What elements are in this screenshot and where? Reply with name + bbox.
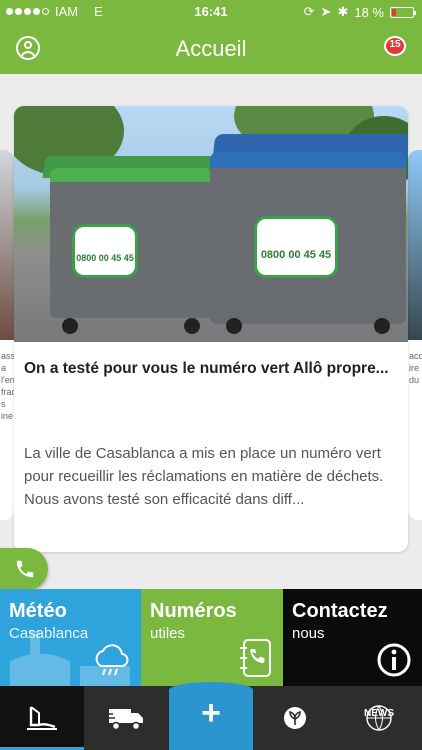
truck-icon (107, 709, 143, 731)
weather-title: Météo (9, 600, 67, 622)
contact-tile[interactable]: Contactez nous (283, 589, 422, 686)
plus-icon: + (201, 694, 221, 732)
status-bar: IAM E 16:41 ⟳ ➤ ✱ 18 % (0, 0, 422, 22)
rotation-lock-icon: ⟳ (303, 4, 315, 19)
article-title[interactable]: On a testé pour vous le numéro vert Allô… (24, 360, 400, 378)
weather-city: Casablanca (9, 625, 89, 642)
contact-title: Contactez (292, 600, 388, 622)
useful-numbers-tile[interactable]: Numéros utiles (141, 589, 283, 686)
contact-subtitle: nous (292, 625, 325, 642)
nav-environment[interactable] (253, 686, 337, 750)
battery-percent: 18 % (354, 4, 384, 20)
article-snippet: acqu ire du (409, 351, 422, 385)
hotline-sticker: 0800 00 45 45 (254, 216, 338, 278)
phone-icon (16, 560, 34, 578)
news-label: NEWS (364, 708, 394, 719)
call-button[interactable] (0, 548, 48, 590)
nav-news[interactable]: NEWS (337, 686, 421, 750)
article-image (0, 150, 14, 340)
home-icon (27, 705, 57, 730)
article-description: La ville de Casablanca a mis en place un… (24, 445, 384, 508)
useful-numbers-subtitle: utiles (150, 625, 186, 642)
info-icon (377, 643, 411, 677)
battery-icon (390, 6, 416, 18)
article-image: 0800 00 45 45 0800 00 45 45 (14, 106, 408, 342)
bluetooth-icon: ✱ (337, 4, 349, 19)
page-title: Accueil (175, 36, 247, 61)
hotline-sticker: 0800 00 45 45 (72, 224, 138, 278)
phone-book-icon (240, 639, 271, 677)
notification-count: 15 (389, 39, 401, 50)
notifications-button[interactable]: 15 (384, 36, 408, 58)
location-icon: ➤ (320, 4, 332, 19)
leaf-icon (284, 707, 306, 729)
cloud-rain-icon (95, 644, 129, 676)
article-card[interactable]: 0800 00 45 45 0800 00 45 45 On a testé p… (14, 106, 408, 552)
nav-services[interactable] (84, 686, 168, 750)
article-snippet: asse a l'env fract s ine (1, 351, 14, 421)
add-report-button[interactable]: + (169, 682, 253, 750)
next-article-card[interactable]: acqu ire du (408, 150, 422, 520)
weather-tile[interactable]: Météo Casablanca (0, 589, 141, 686)
article-image (408, 150, 422, 340)
previous-article-card[interactable]: asse a l'env fract s ine (0, 150, 14, 520)
quick-access-tiles: Météo Casablanca Numéros utiles Contacte… (0, 589, 422, 686)
nav-home[interactable] (0, 686, 84, 750)
app-header: Accueil 15 (0, 22, 422, 74)
useful-numbers-title: Numéros (150, 600, 237, 622)
